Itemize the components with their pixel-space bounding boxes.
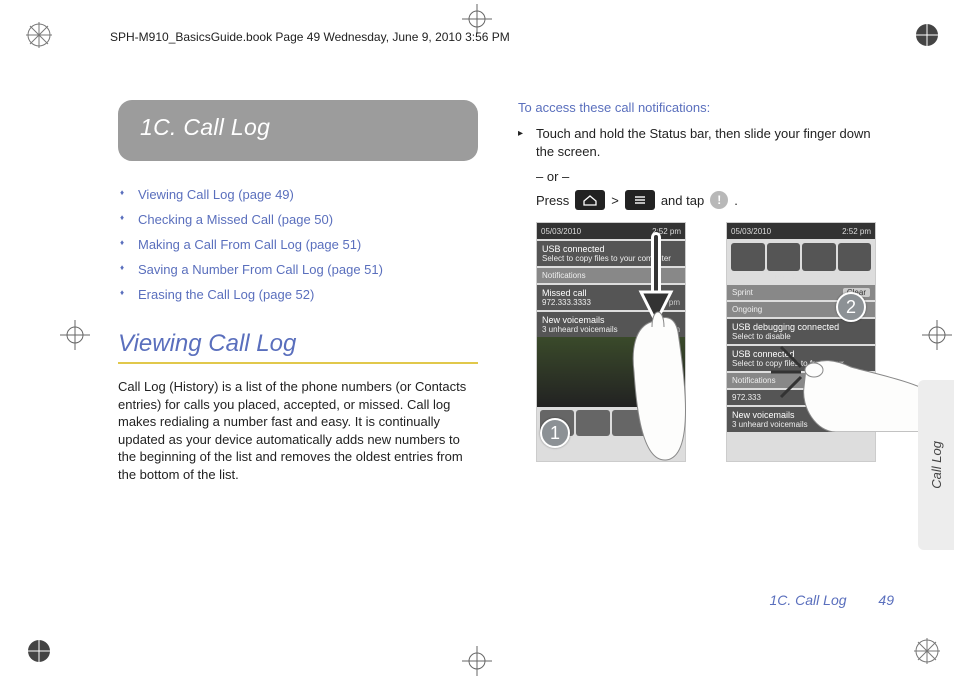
running-head: SPH-M910_BasicsGuide.book Page 49 Wednes… — [110, 30, 510, 44]
toggle-label: Bluetooth — [766, 275, 802, 281]
status-time: 2:52 pm — [842, 227, 871, 236]
footer-page-number: 49 — [878, 592, 894, 608]
toc-item: Viewing Call Log (page 49) — [138, 187, 478, 202]
status-bar: 05/03/2010 2:52 pm — [727, 223, 875, 239]
missed-sub: 972.333.3333 — [542, 298, 591, 307]
menu-key-icon — [625, 190, 655, 210]
missed-sub-r: 972.333 — [732, 393, 761, 402]
period: . — [734, 193, 738, 208]
procedure-step: Touch and hold the Status bar, then slid… — [536, 125, 878, 161]
left-column: 1C. Call Log Viewing Call Log (page 49) … — [118, 100, 478, 483]
registration-mark-icon — [914, 22, 940, 48]
procedure-press-line: Press > and tap ! . — [536, 190, 878, 210]
status-date: 05/03/2010 — [541, 227, 581, 236]
procedure-or: – or – — [536, 169, 878, 184]
page-body: 1C. Call Log Viewing Call Log (page 49) … — [118, 100, 878, 620]
right-column: To access these call notifications: Touc… — [518, 100, 878, 472]
registration-mark-icon — [26, 22, 52, 48]
section-body: Call Log (History) is a list of the phon… — [118, 378, 478, 483]
toc-item: Checking a Missed Call (page 50) — [138, 212, 478, 227]
status-date: 05/03/2010 — [731, 227, 771, 236]
screenshot-composite: 05/03/2010 2:52 pm USB connected Select … — [536, 222, 896, 472]
procedure-subhead: To access these call notifications: — [518, 100, 878, 115]
section-heading: Viewing Call Log — [118, 330, 478, 364]
hand-swipe-down-icon — [606, 232, 706, 462]
toc-item: Saving a Number From Call Log (page 51) — [138, 262, 478, 277]
registration-mark-icon — [914, 638, 940, 664]
toc-list: Viewing Call Log (page 49) Checking a Mi… — [120, 187, 478, 302]
toggle-sound — [802, 243, 836, 271]
toggle-label: Sound — [801, 275, 837, 281]
thumb-tab: Call Log — [918, 380, 954, 550]
toggle-wifi — [731, 243, 765, 271]
crop-cross-icon — [462, 646, 492, 676]
toc-item: Erasing the Call Log (page 52) — [138, 287, 478, 302]
home-key-icon — [575, 190, 605, 210]
dock-icon — [576, 410, 610, 436]
toggle-label: Wi-Fi — [730, 275, 766, 281]
registration-mark-icon — [26, 638, 52, 664]
carrier: Sprint — [732, 288, 753, 297]
toggle-label: Vibration — [837, 275, 873, 281]
toggle-bluetooth — [767, 243, 801, 271]
quick-toggle-row — [727, 239, 875, 275]
toc-item: Making a Call From Call Log (page 51) — [138, 237, 478, 252]
press-word: Press — [536, 193, 569, 208]
gt-symbol: > — [611, 193, 619, 208]
crop-cross-icon — [60, 320, 90, 350]
notification-alert-icon: ! — [710, 191, 728, 209]
toggle-vibration — [838, 243, 872, 271]
footer-section: 1C. Call Log — [769, 592, 846, 608]
page-footer: 1C. Call Log 49 — [769, 592, 894, 608]
and-tap-word: and tap — [661, 193, 704, 208]
toggle-labels: Wi-Fi Bluetooth Sound Vibration — [727, 275, 875, 283]
chapter-pill: 1C. Call Log — [118, 100, 478, 161]
thumb-tab-label: Call Log — [929, 441, 944, 489]
